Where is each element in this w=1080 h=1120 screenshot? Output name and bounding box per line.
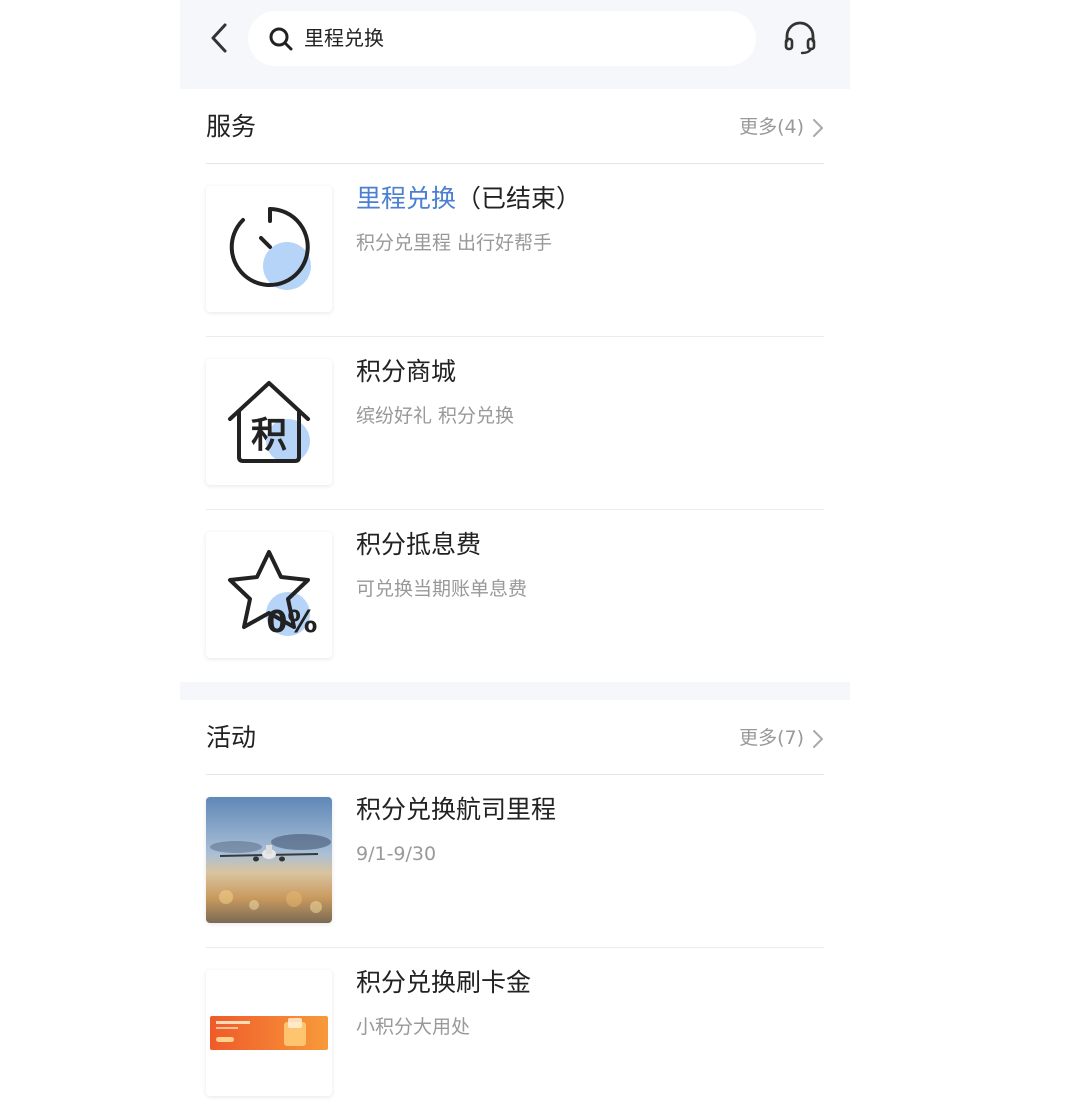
item-subtitle: 缤纷好礼 积分兑换: [356, 405, 515, 427]
activities-section: 活动 更多(7) 积分兑换航司里程 9/1-9/30 积分兑换刷卡金 小积分大用…: [180, 700, 850, 1096]
activity-item-card-gold[interactable]: 积分兑换刷卡金 小积分大用处: [206, 948, 824, 1120]
services-header: 服务 更多(4): [206, 89, 824, 164]
activity-item-airline-miles[interactable]: 积分兑换航司里程 9/1-9/30: [206, 775, 824, 948]
item-subtitle: 可兑换当期账单息费: [356, 578, 528, 600]
item-title: 积分兑换刷卡金: [356, 968, 532, 997]
zero-percent-glyph: 0%: [267, 605, 318, 640]
service-item-interest-offset[interactable]: 0% 积分抵息费 可兑换当期账单息费: [206, 510, 824, 682]
service-item-points-mall[interactable]: 积 积分商城 缤纷好礼 积分兑换: [206, 337, 824, 510]
item-title: 里程兑换（已结束）: [356, 182, 581, 216]
top-bar: 里程兑换: [180, 0, 850, 89]
item-subtitle: 积分兑里程 出行好帮手: [356, 232, 553, 254]
star-zero-percent-icon: 0%: [206, 532, 332, 658]
headset-icon[interactable]: [782, 20, 818, 56]
chevron-right-icon: [813, 730, 823, 748]
card-gold-banner: [206, 970, 332, 1096]
airplane-photo: [206, 797, 332, 923]
more-label: 更多(4): [739, 116, 804, 138]
search-input[interactable]: 里程兑换: [248, 11, 756, 66]
search-icon: [268, 26, 294, 52]
item-title-status: （已结束）: [456, 184, 582, 213]
points-glyph: 积: [251, 415, 287, 456]
item-title: 积分抵息费: [356, 530, 482, 559]
activities-header: 活动 更多(7): [206, 700, 824, 775]
chevron-left-icon[interactable]: [204, 20, 236, 56]
item-title-highlight: 里程兑换: [356, 184, 457, 213]
item-subtitle: 小积分大用处: [356, 1016, 471, 1038]
section-divider: [180, 682, 850, 700]
more-label: 更多(7): [739, 727, 804, 749]
search-query[interactable]: 里程兑换: [304, 24, 384, 52]
clock-icon: [206, 186, 332, 312]
section-title: 服务: [206, 112, 257, 141]
chevron-right-icon: [813, 119, 823, 137]
item-title: 积分商城: [356, 357, 457, 386]
services-more-link[interactable]: 更多(4): [739, 114, 824, 140]
service-item-mileage-exchange[interactable]: 里程兑换（已结束） 积分兑里程 出行好帮手: [206, 164, 824, 337]
item-subtitle: 9/1-9/30: [356, 843, 437, 865]
services-section: 服务 更多(4) 里程兑换（已结束） 积分兑里程 出行好帮手 积 积分商城 缤纷…: [180, 89, 850, 682]
item-title: 积分兑换航司里程: [356, 795, 557, 824]
app-screen: 里程兑换 服务 更多(4) 里程兑换（已结束） 积分兑里程 出行好帮手 积 积分…: [180, 0, 850, 1096]
section-title: 活动: [206, 723, 257, 752]
points-mall-house-icon: 积: [206, 359, 332, 485]
activities-more-link[interactable]: 更多(7): [739, 725, 824, 751]
